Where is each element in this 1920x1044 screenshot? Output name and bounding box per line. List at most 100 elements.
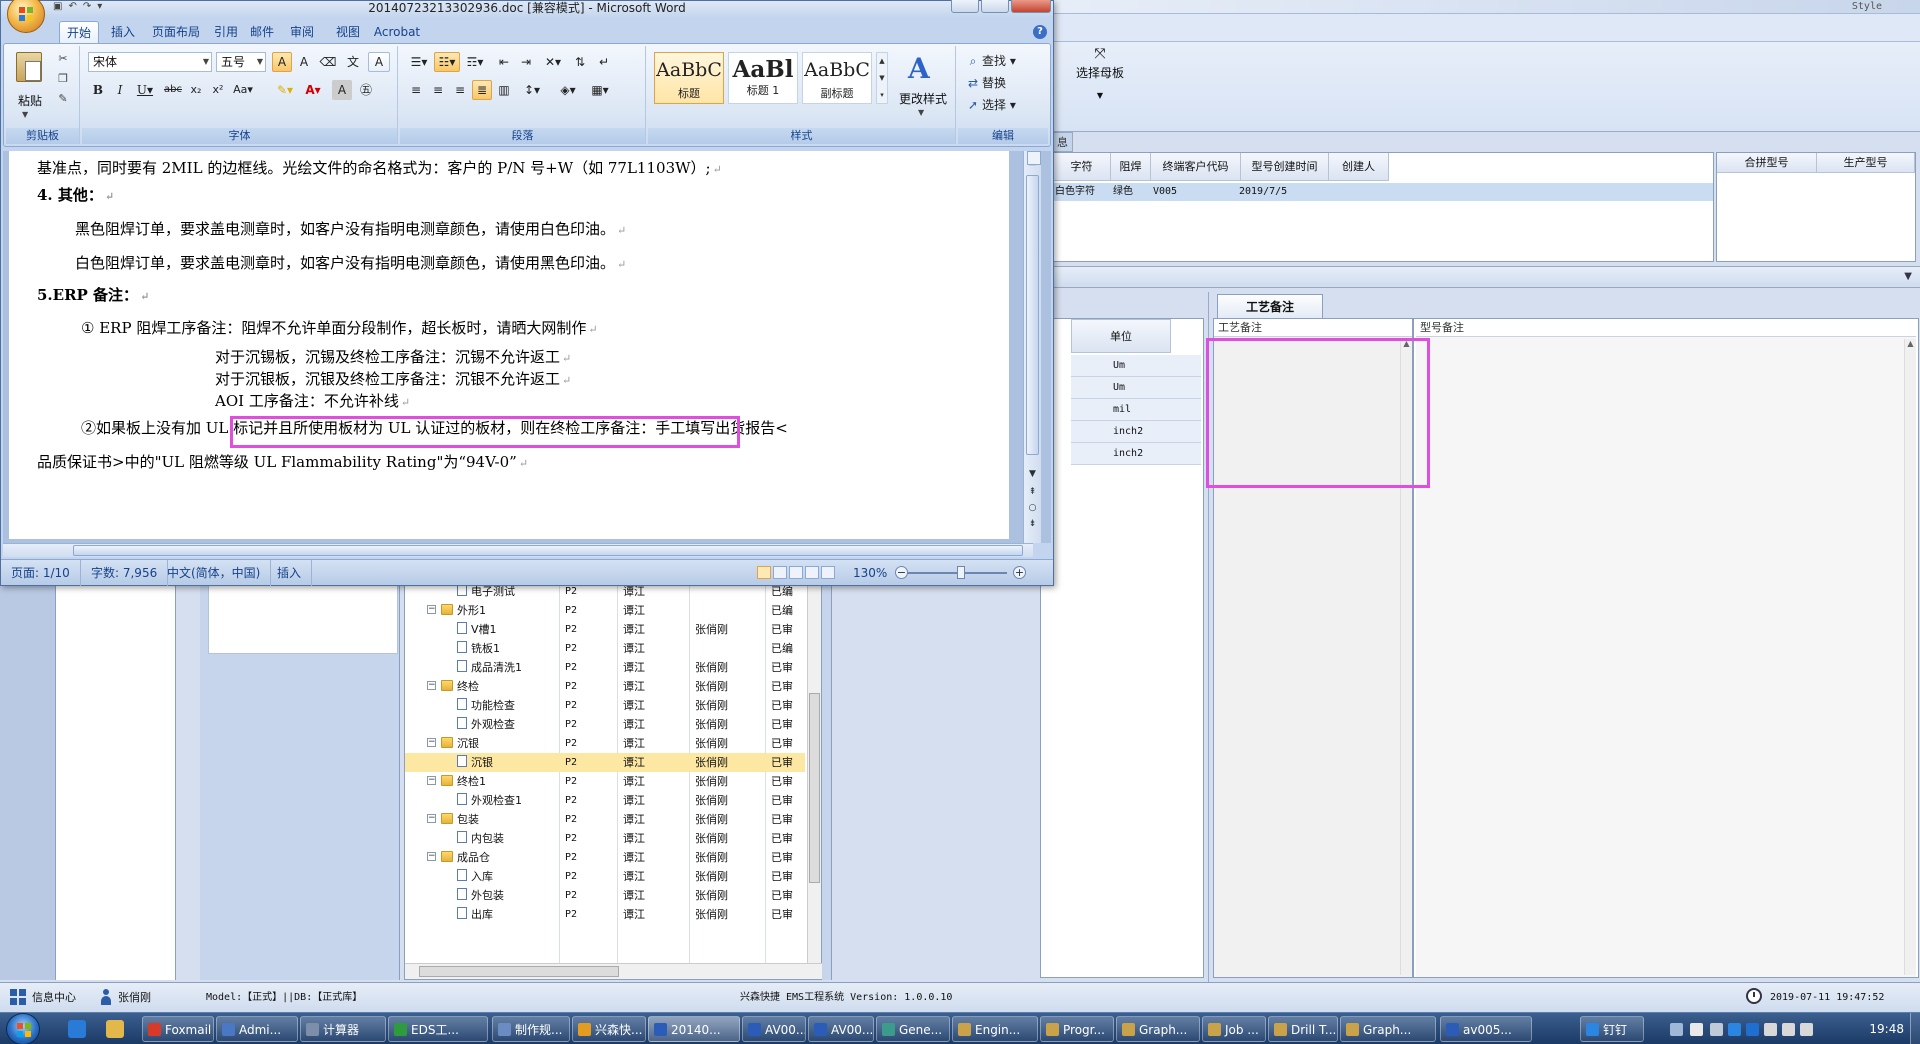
phonetic-guide-button[interactable]: 文 [342,52,364,72]
tree-row[interactable]: 沉银 P2 谭江 张俏刚 已审 [405,753,805,772]
office-button[interactable] [7,0,45,33]
column-header[interactable]: 合拼型号 [1717,153,1817,173]
document-page[interactable]: 基准点，同时要有 2MIL 的边框线。光绘文件的命名格式为：客户的 P/N 号+… [9,151,1009,539]
tree-node[interactable]: 成品仓 [441,848,490,867]
paste-label[interactable]: 粘贴 [12,92,48,109]
tree-row[interactable]: − 终检 P2 谭江 张俏刚 已审 [405,677,805,696]
taskbar-button[interactable]: 计算器 [300,1016,386,1042]
highlight-button[interactable]: ✎▾ [272,80,298,100]
unit-cell[interactable]: inch2 [1071,421,1201,443]
collapse-toggle-icon[interactable]: − [427,776,436,785]
info-tab[interactable]: 息 [1052,132,1073,152]
tree-node[interactable]: 包装 [441,810,479,829]
clear-format-button[interactable]: ⌫ [318,52,338,72]
table-cell[interactable]: 2019/7/5 [1239,183,1287,201]
scroll-down-icon[interactable]: ▼ [1026,467,1039,481]
line-spacing-button[interactable]: ↕▾ [518,80,546,100]
column-header[interactable]: 生产型号 [1817,153,1915,173]
chinese-layout-button[interactable]: ✕▾ [540,52,566,72]
tree-row[interactable]: 功能检查 P2 谭江 张俏刚 已审 [405,696,805,715]
multilevel-list-button[interactable]: ☶▾ [462,52,488,72]
tab-5[interactable]: 审阅 [279,21,325,43]
tab-3[interactable]: 引用 [209,21,243,43]
cut-icon[interactable]: ✂ [56,52,70,66]
superscript-button[interactable]: x² [208,80,228,100]
draft-view[interactable] [821,566,835,579]
page-indicator[interactable]: 页面: 1/10 [11,560,81,586]
next-page-icon[interactable]: ⇟ [1026,517,1039,531]
tree-node[interactable]: 入库 [457,867,493,886]
tree-node[interactable]: 外观检查1 [457,791,522,810]
volume-icon[interactable] [1782,1023,1795,1036]
scrollbar[interactable]: ▲ [1904,339,1916,975]
scroll-thumb[interactable] [73,545,1023,556]
tree-row[interactable]: 外观检查1 P2 谭江 张俏刚 已审 [405,791,805,810]
table-cell[interactable]: 白色字符 [1055,183,1095,201]
justify-button[interactable]: ≣ [472,80,492,100]
italic-button[interactable]: I [110,80,130,100]
tree-node[interactable]: 成品清洗1 [457,658,522,677]
outline-view[interactable] [805,566,819,579]
unit-cell[interactable]: Um [1071,355,1201,377]
font-name-combo[interactable]: 宋体 ▼ [88,52,212,72]
insert-mode[interactable]: 插入 [277,560,313,586]
minimize-button[interactable] [951,0,979,13]
document-line[interactable]: AOI 工序备注：不允许补线 ↵ [215,390,410,411]
taskbar-button[interactable]: Job ... [1202,1016,1266,1042]
sort-button[interactable]: ⇅ [570,52,590,72]
borders-button[interactable]: ▦▾ [586,80,614,100]
shield-icon[interactable] [1746,1023,1759,1036]
document-line[interactable]: 基准点，同时要有 2MIL 的边框线。光绘文件的命名格式为：客户的 P/N 号+… [37,157,722,178]
print-layout-view[interactable] [757,566,771,579]
flag-icon[interactable] [1800,1023,1813,1036]
ie-icon[interactable] [68,1020,86,1038]
full-screen-view[interactable] [773,566,787,579]
scroll-thumb[interactable] [1026,175,1039,455]
tree-row[interactable]: − 包装 P2 谭江 张俏刚 已审 [405,810,805,829]
taskbar-button[interactable]: Foxmail [142,1016,214,1042]
strikethrough-button[interactable]: abc [162,80,184,100]
tree-node[interactable]: 终检 [441,677,479,696]
find-button[interactable]: ⌕ 查找 ▾ [966,52,1016,70]
tree-row[interactable]: 外包装 P2 谭江 张俏刚 已审 [405,886,805,905]
taskbar-button[interactable]: Progr... [1040,1016,1114,1042]
taskbar-button[interactable]: Engin... [952,1016,1038,1042]
tab-0[interactable]: 开始 [59,21,99,43]
language-indicator[interactable]: 中文(简体，中国) [167,560,272,586]
tree-row[interactable]: 铣板1 P2 谭江 已编 [405,639,805,658]
chevron-down-icon[interactable]: ▼ [1904,271,1912,282]
tree-node[interactable]: 外观检查 [457,715,515,734]
increase-indent-button[interactable]: ⇥ [516,52,536,72]
model-remark-textarea[interactable] [1416,337,1916,977]
taskbar-button[interactable]: Graph... [1116,1016,1200,1042]
network-icon[interactable] [1764,1023,1777,1036]
document-line[interactable]: 5.ERP 备注： ↵ [37,284,149,305]
prev-page-icon[interactable]: ⇞ [1026,485,1039,499]
taskbar-button[interactable]: Admi... [216,1016,298,1042]
tree-node[interactable]: 铣板1 [457,639,500,658]
dingtalk-icon[interactable] [1728,1023,1741,1036]
tab-6[interactable]: 视图 [331,21,365,43]
distribute-button[interactable]: ▥ [494,80,514,100]
tree-node[interactable]: 外包装 [457,886,504,905]
bold-button[interactable]: B [88,80,108,100]
char-shading-button[interactable]: A [332,80,352,100]
document-line[interactable]: ① ERP 阻焊工序备注：阻焊不允许单面分段制作，超长板时，请晒大网制作 ↵ [81,317,598,338]
tree-row[interactable]: 成品清洗1 P2 谭江 张俏刚 已审 [405,658,805,677]
taskbar-button[interactable]: 兴森快... [572,1016,646,1042]
column-header[interactable]: 阻焊 [1111,153,1151,181]
taskbar-button[interactable]: Graph... [1340,1016,1436,1042]
show-marks-button[interactable]: ↵ [594,52,614,72]
chevron-down-icon[interactable]: ▼ [22,110,28,119]
style-tile[interactable]: AaBbC 标题 [654,52,724,104]
vertical-scrollbar[interactable] [807,583,821,963]
char-border-button[interactable]: A [368,52,390,72]
column-header[interactable]: 型号创建时间 [1241,153,1329,181]
shrink-font-button[interactable]: A [294,52,314,72]
tree-node[interactable]: 功能检查 [457,696,515,715]
select-template-button[interactable]: ⤧ 选择母板 ▼ [1068,46,1132,110]
maximize-button[interactable] [981,0,1009,13]
collapse-toggle-icon[interactable]: − [427,852,436,861]
keyboard-icon[interactable] [1670,1023,1683,1036]
close-button[interactable] [1011,0,1051,13]
